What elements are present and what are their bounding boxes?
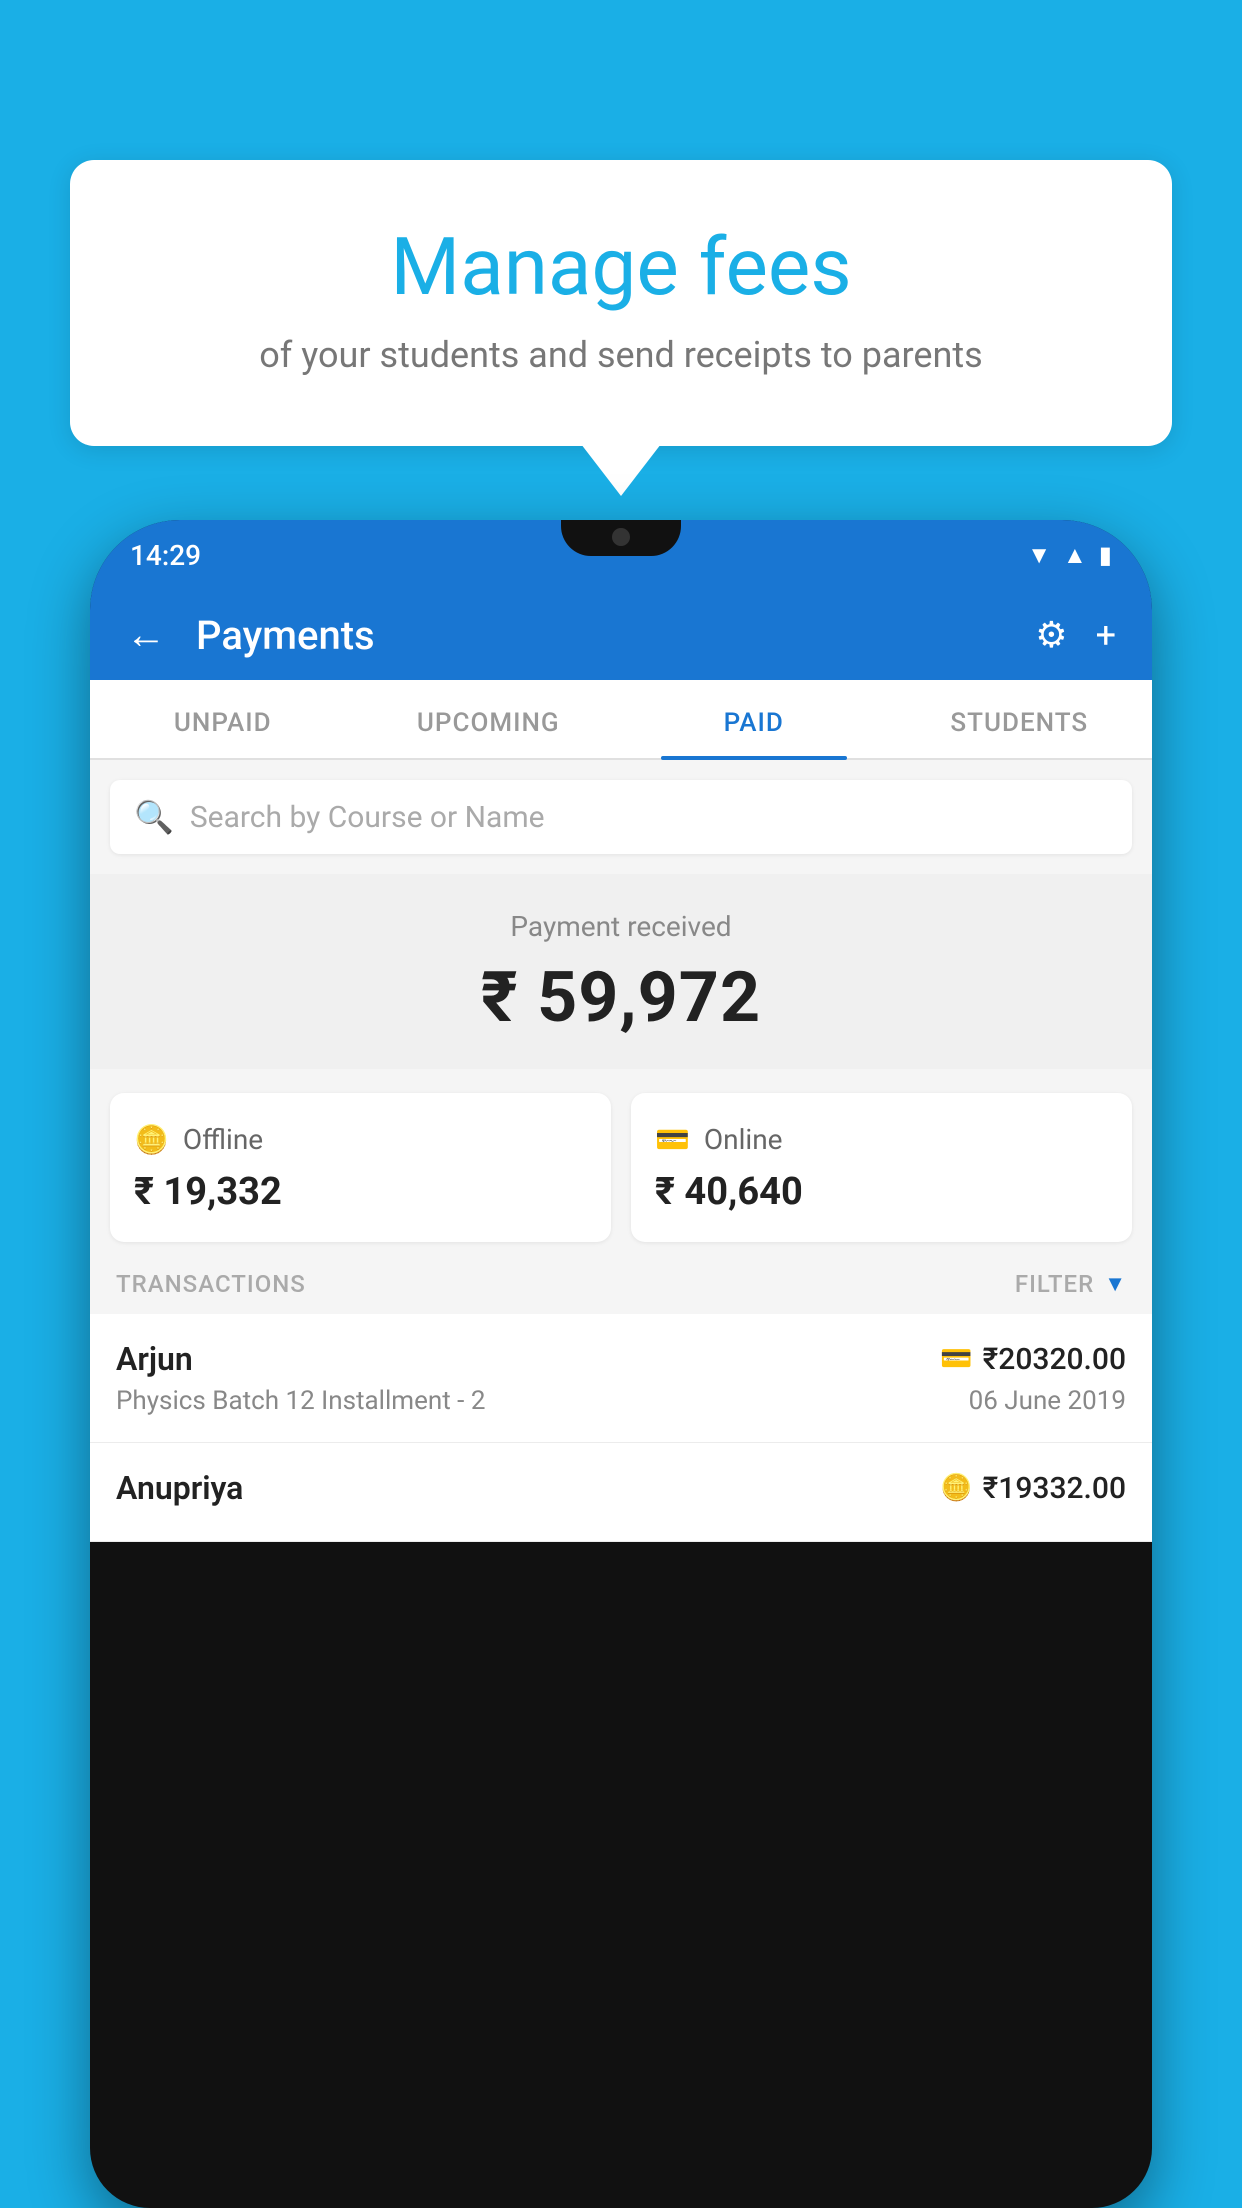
phone-content: 🔍 Search by Course or Name Payment recei…: [90, 760, 1152, 1542]
speech-bubble-subtitle: of your students and send receipts to pa…: [130, 334, 1112, 376]
tab-unpaid[interactable]: UNPAID: [90, 680, 356, 758]
tabs: UNPAID UPCOMING PAID STUDENTS: [90, 680, 1152, 760]
offline-icon: 🪙: [134, 1123, 169, 1156]
camera-notch: [612, 528, 630, 546]
card-payment-icon: 💳: [940, 1344, 972, 1374]
offline-card: 🪙 Offline ₹ 19,332: [110, 1093, 611, 1242]
transaction-name: Arjun: [116, 1340, 193, 1378]
transaction-top-2: Anupriya 🪙 ₹19332.00: [116, 1469, 1126, 1507]
online-label: Online: [704, 1123, 783, 1156]
payment-amount: ₹ 59,972: [110, 957, 1132, 1039]
online-card: 💳 Online ₹ 40,640: [631, 1093, 1132, 1242]
cash-payment-icon: 🪙: [940, 1473, 972, 1503]
phone-frame: 14:29 ▼ ▲ ▮ ← Payments ⚙ + UNPAID UPCOMI…: [90, 520, 1152, 2208]
search-bar[interactable]: 🔍 Search by Course or Name: [110, 780, 1132, 854]
card-type-online: 💳 Online: [655, 1123, 1108, 1156]
transactions-label: TRANSACTIONS: [116, 1270, 306, 1298]
payment-received-label: Payment received: [110, 910, 1132, 943]
status-time: 14:29: [130, 539, 201, 572]
transaction-top: Arjun 💳 ₹20320.00: [116, 1340, 1126, 1378]
transaction-amount: ₹20320.00: [983, 1342, 1126, 1377]
tab-upcoming[interactable]: UPCOMING: [356, 680, 622, 758]
settings-icon[interactable]: ⚙: [1035, 614, 1067, 656]
offline-label: Offline: [183, 1123, 263, 1156]
tab-students[interactable]: STUDENTS: [887, 680, 1153, 758]
search-icon: 🔍: [134, 798, 174, 836]
page-title: Payments: [196, 612, 1015, 659]
online-amount: ₹ 40,640: [655, 1170, 1108, 1214]
speech-bubble: Manage fees of your students and send re…: [70, 160, 1172, 446]
battery-icon: ▮: [1099, 541, 1112, 569]
offline-amount: ₹ 19,332: [134, 1170, 587, 1214]
signal-icon: ▲: [1063, 541, 1087, 570]
wifi-icon: ▼: [1027, 541, 1051, 570]
transaction-detail: Physics Batch 12 Installment - 2: [116, 1386, 485, 1416]
filter-label: FILTER: [1015, 1270, 1094, 1298]
transaction-row: Arjun 💳 ₹20320.00 Physics Batch 12 Insta…: [90, 1314, 1152, 1443]
transaction-amount-wrap: 💳 ₹20320.00: [940, 1342, 1126, 1377]
status-icons: ▼ ▲ ▮: [1027, 541, 1112, 570]
payment-cards: 🪙 Offline ₹ 19,332 💳 Online ₹ 40,640: [110, 1093, 1132, 1242]
add-icon[interactable]: +: [1096, 614, 1116, 656]
transaction-amount-2: ₹19332.00: [983, 1471, 1126, 1506]
transaction-bottom: Physics Batch 12 Installment - 2 06 June…: [116, 1386, 1126, 1416]
speech-bubble-title: Manage fees: [130, 220, 1112, 314]
transaction-date: 06 June 2019: [969, 1386, 1126, 1416]
back-button[interactable]: ←: [126, 615, 166, 655]
transaction-name-2: Anupriya: [116, 1469, 243, 1507]
phone-notch: [561, 520, 681, 556]
transactions-header: TRANSACTIONS FILTER ▼: [90, 1242, 1152, 1314]
card-type-offline: 🪙 Offline: [134, 1123, 587, 1156]
payment-received-section: Payment received ₹ 59,972: [90, 874, 1152, 1069]
status-bar: 14:29 ▼ ▲ ▮: [90, 520, 1152, 590]
tab-paid[interactable]: PAID: [621, 680, 887, 758]
online-icon: 💳: [655, 1123, 690, 1156]
transaction-amount-wrap-2: 🪙 ₹19332.00: [940, 1471, 1126, 1506]
filter-icon: ▼: [1104, 1271, 1126, 1297]
filter-button[interactable]: FILTER ▼: [1015, 1270, 1126, 1298]
app-header: ← Payments ⚙ +: [90, 590, 1152, 680]
header-icons: ⚙ +: [1035, 614, 1116, 656]
search-placeholder: Search by Course or Name: [190, 800, 545, 835]
transaction-row: Anupriya 🪙 ₹19332.00: [90, 1443, 1152, 1542]
